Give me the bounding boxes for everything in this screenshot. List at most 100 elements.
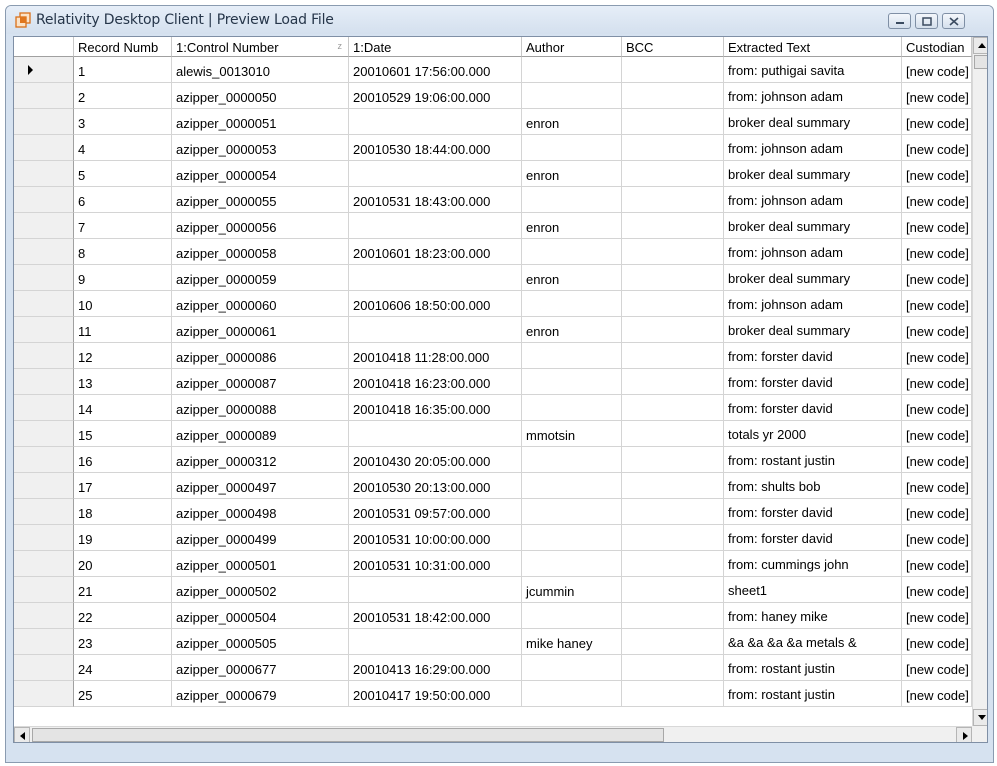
extracted-text-cell[interactable]: from: haney mike bbox=[724, 603, 902, 629]
author-cell[interactable]: enron bbox=[522, 317, 622, 343]
author-cell[interactable] bbox=[522, 343, 622, 369]
table-row[interactable]: 17 azipper_0000497 20010530 20:13:00.000 fr… bbox=[14, 473, 972, 499]
record-number-cell[interactable]: 19 bbox=[74, 525, 172, 551]
bcc-cell[interactable] bbox=[622, 83, 724, 109]
record-number-cell[interactable]: 11 bbox=[74, 317, 172, 343]
bcc-cell[interactable] bbox=[622, 317, 724, 343]
row-selector[interactable] bbox=[14, 577, 74, 603]
control-number-cell[interactable]: azipper_0000504 bbox=[172, 603, 349, 629]
date-cell[interactable]: 20010601 17:56:00.000 bbox=[349, 57, 522, 83]
control-number-cell[interactable]: alewis_0013010 bbox=[172, 57, 349, 83]
control-number-cell[interactable]: azipper_0000055 bbox=[172, 187, 349, 213]
extracted-text-cell[interactable]: from: puthigai savita bbox=[724, 57, 902, 83]
author-cell[interactable] bbox=[522, 369, 622, 395]
control-number-cell[interactable]: azipper_0000502 bbox=[172, 577, 349, 603]
date-cell[interactable]: 20010531 18:42:00.000 bbox=[349, 603, 522, 629]
author-cell[interactable] bbox=[522, 57, 622, 83]
table-row[interactable]: 25 azipper_0000679 20010417 19:50:00.000 fr… bbox=[14, 681, 972, 707]
control-number-cell[interactable]: azipper_0000056 bbox=[172, 213, 349, 239]
record-number-cell[interactable]: 23 bbox=[74, 629, 172, 655]
column-header-record-number[interactable]: Record Numb bbox=[74, 37, 172, 57]
bcc-cell[interactable] bbox=[622, 109, 724, 135]
date-cell[interactable]: 20010430 20:05:00.000 bbox=[349, 447, 522, 473]
table-row[interactable]: 8 azipper_0000058 20010601 18:23:00.000 fro… bbox=[14, 239, 972, 265]
date-cell[interactable]: 20010413 16:29:00.000 bbox=[349, 655, 522, 681]
minimize-button[interactable] bbox=[888, 13, 911, 29]
row-selector[interactable] bbox=[14, 213, 74, 239]
column-header-bcc[interactable]: BCC bbox=[622, 37, 724, 57]
custodian-cell[interactable]: [new code] bbox=[902, 291, 972, 317]
scroll-up-button[interactable] bbox=[973, 37, 987, 54]
control-number-cell[interactable]: azipper_0000505 bbox=[172, 629, 349, 655]
author-cell[interactable]: enron bbox=[522, 109, 622, 135]
author-cell[interactable]: mike haney bbox=[522, 629, 622, 655]
row-selector[interactable] bbox=[14, 109, 74, 135]
control-number-cell[interactable]: azipper_0000679 bbox=[172, 681, 349, 707]
vertical-scrollbar[interactable] bbox=[972, 37, 987, 726]
control-number-cell[interactable]: azipper_0000497 bbox=[172, 473, 349, 499]
control-number-cell[interactable]: azipper_0000086 bbox=[172, 343, 349, 369]
date-cell[interactable]: 20010530 20:13:00.000 bbox=[349, 473, 522, 499]
scroll-down-button[interactable] bbox=[973, 709, 987, 726]
author-cell[interactable] bbox=[522, 395, 622, 421]
custodian-cell[interactable]: [new code] bbox=[902, 343, 972, 369]
table-row[interactable]: 21 azipper_0000502 jcummin sheet1 [new code] bbox=[14, 577, 972, 603]
bcc-cell[interactable] bbox=[622, 473, 724, 499]
date-cell[interactable] bbox=[349, 629, 522, 655]
row-selector[interactable] bbox=[14, 343, 74, 369]
custodian-cell[interactable]: [new code] bbox=[902, 317, 972, 343]
record-number-cell[interactable]: 18 bbox=[74, 499, 172, 525]
bcc-cell[interactable] bbox=[622, 681, 724, 707]
row-selector[interactable] bbox=[14, 83, 74, 109]
control-number-cell[interactable]: azipper_0000498 bbox=[172, 499, 349, 525]
date-cell[interactable]: 20010606 18:50:00.000 bbox=[349, 291, 522, 317]
table-row[interactable]: 12 azipper_0000086 20010418 11:28:00.000 fr… bbox=[14, 343, 972, 369]
extracted-text-cell[interactable]: broker deal summary bbox=[724, 161, 902, 187]
record-number-cell[interactable]: 6 bbox=[74, 187, 172, 213]
row-selector[interactable] bbox=[14, 603, 74, 629]
date-cell[interactable] bbox=[349, 421, 522, 447]
extracted-text-cell[interactable]: from: rostant justin bbox=[724, 681, 902, 707]
custodian-cell[interactable]: [new code] bbox=[902, 421, 972, 447]
table-row[interactable]: 16 azipper_0000312 20010430 20:05:00.000 fr… bbox=[14, 447, 972, 473]
table-row[interactable]: 15 azipper_0000089 mmotsin totals yr 2000 [n… bbox=[14, 421, 972, 447]
table-row[interactable]: 1 alewis_0013010 20010601 17:56:00.000 from… bbox=[14, 57, 972, 83]
custodian-cell[interactable]: [new code] bbox=[902, 187, 972, 213]
row-selector[interactable] bbox=[14, 499, 74, 525]
record-number-cell[interactable]: 9 bbox=[74, 265, 172, 291]
row-selector[interactable] bbox=[14, 135, 74, 161]
extracted-text-cell[interactable]: from: johnson adam bbox=[724, 291, 902, 317]
bcc-cell[interactable] bbox=[622, 369, 724, 395]
maximize-button[interactable] bbox=[915, 13, 938, 29]
custodian-cell[interactable]: [new code] bbox=[902, 109, 972, 135]
custodian-cell[interactable]: [new code] bbox=[902, 213, 972, 239]
author-cell[interactable] bbox=[522, 525, 622, 551]
control-number-cell[interactable]: azipper_0000051 bbox=[172, 109, 349, 135]
author-cell[interactable] bbox=[522, 473, 622, 499]
author-cell[interactable] bbox=[522, 447, 622, 473]
author-cell[interactable] bbox=[522, 551, 622, 577]
custodian-cell[interactable]: [new code] bbox=[902, 135, 972, 161]
extracted-text-cell[interactable]: from: forster david bbox=[724, 343, 902, 369]
bcc-cell[interactable] bbox=[622, 161, 724, 187]
horizontal-scroll-thumb[interactable] bbox=[32, 728, 664, 742]
title-bar[interactable]: Relativity Desktop Client | Preview Load… bbox=[6, 6, 993, 34]
custodian-cell[interactable]: [new code] bbox=[902, 603, 972, 629]
record-number-cell[interactable]: 8 bbox=[74, 239, 172, 265]
row-selector[interactable] bbox=[14, 395, 74, 421]
date-cell[interactable] bbox=[349, 317, 522, 343]
control-number-cell[interactable]: azipper_0000060 bbox=[172, 291, 349, 317]
date-cell[interactable]: 20010418 16:23:00.000 bbox=[349, 369, 522, 395]
table-row[interactable]: 11 azipper_0000061 enron broker deal summar… bbox=[14, 317, 972, 343]
scroll-right-button[interactable] bbox=[956, 727, 972, 742]
row-selector[interactable] bbox=[14, 473, 74, 499]
bcc-cell[interactable] bbox=[622, 343, 724, 369]
bcc-cell[interactable] bbox=[622, 421, 724, 447]
author-cell[interactable] bbox=[522, 681, 622, 707]
row-selector[interactable] bbox=[14, 317, 74, 343]
row-selector[interactable] bbox=[14, 369, 74, 395]
bcc-cell[interactable] bbox=[622, 525, 724, 551]
control-number-cell[interactable]: azipper_0000088 bbox=[172, 395, 349, 421]
table-row[interactable]: 18 azipper_0000498 20010531 09:57:00.000 fr… bbox=[14, 499, 972, 525]
bcc-cell[interactable] bbox=[622, 447, 724, 473]
